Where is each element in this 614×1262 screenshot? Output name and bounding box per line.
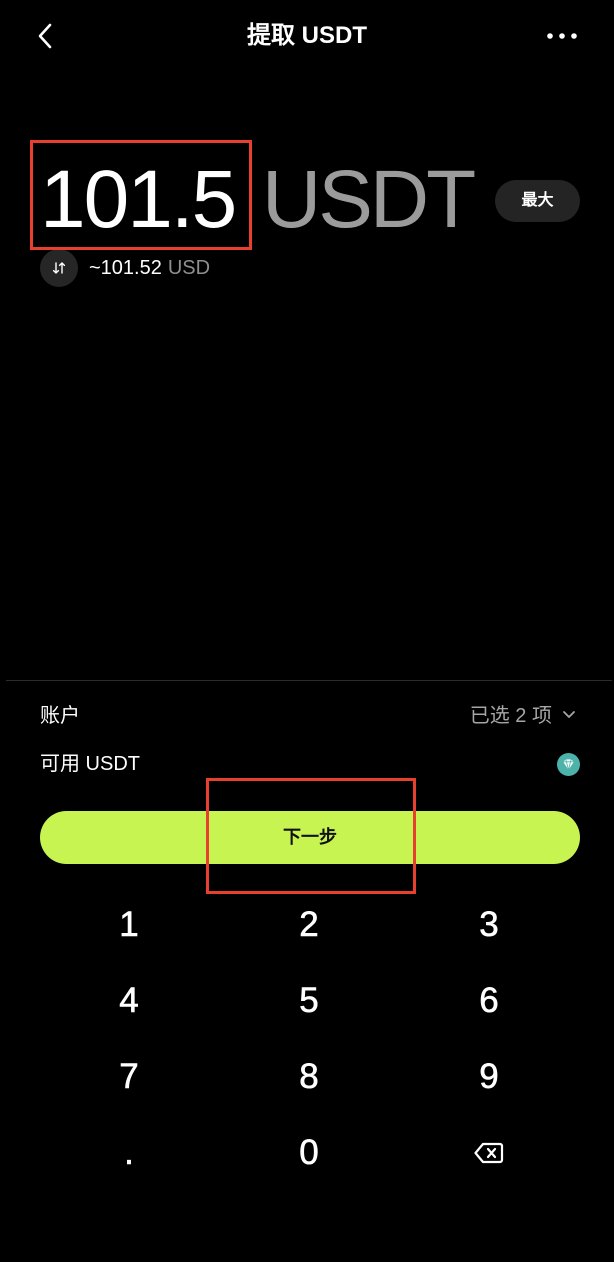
converted-value: ~101.52 (89, 257, 162, 279)
amount-currency: USDT (262, 154, 476, 245)
key-0[interactable]: 0 (219, 1115, 399, 1191)
available-balance-label: 可用 USDT (40, 753, 140, 775)
section-divider (6, 680, 612, 681)
backspace-icon (474, 1142, 504, 1164)
withdraw-screen: 提取 USDT 101.5 USDT 最大 ~101.52 USD 账户 已选 2… (0, 0, 614, 1262)
page-title: 提取 USDT (247, 22, 367, 49)
amount-value: 101.5 (40, 154, 237, 245)
key-5[interactable]: 5 (219, 963, 399, 1039)
more-button[interactable] (540, 22, 584, 50)
next-step-button[interactable]: 下一步 (40, 811, 580, 864)
account-selector[interactable]: 账户 已选 2 项 (30, 695, 586, 737)
numeric-keypad: 1 2 3 4 5 6 7 8 9 . 0 (39, 887, 579, 1191)
chevron-down-icon (563, 711, 575, 718)
backspace-button[interactable] (399, 1115, 579, 1191)
key-decimal[interactable]: . (39, 1115, 219, 1191)
converted-amount: ~101.52 USD (89, 256, 210, 280)
converted-currency: USD (167, 257, 211, 279)
key-1[interactable]: 1 (39, 887, 219, 963)
key-8[interactable]: 8 (219, 1039, 399, 1115)
account-label: 账户 (40, 705, 80, 727)
key-3[interactable]: 3 (399, 887, 579, 963)
key-6[interactable]: 6 (399, 963, 579, 1039)
account-selected-count: 已选 2 项 (469, 705, 552, 727)
max-button[interactable]: 最大 (495, 180, 580, 222)
key-7[interactable]: 7 (39, 1039, 219, 1115)
key-2[interactable]: 2 (219, 887, 399, 963)
swap-currency-button[interactable] (40, 249, 78, 287)
more-horizontal-icon (547, 33, 577, 39)
swap-vertical-icon (52, 262, 66, 274)
key-4[interactable]: 4 (39, 963, 219, 1039)
key-9[interactable]: 9 (399, 1039, 579, 1115)
tron-diamond-icon (557, 753, 580, 776)
